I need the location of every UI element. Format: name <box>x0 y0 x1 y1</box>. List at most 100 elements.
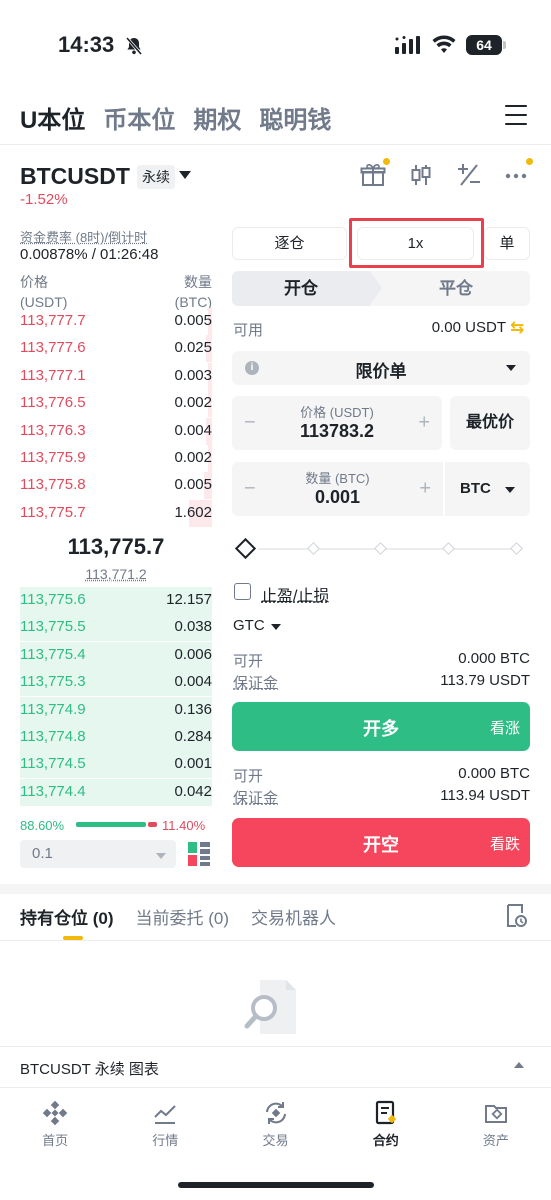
slider-mark[interactable] <box>374 542 387 555</box>
tab-options[interactable]: 期权 <box>193 100 241 134</box>
tab-close-position[interactable]: 平仓 <box>382 271 530 306</box>
slider-mark[interactable] <box>510 542 523 555</box>
nav-assets[interactable]: 资产 <box>441 1088 551 1167</box>
price-decrement[interactable]: − <box>244 412 256 435</box>
long-margin-label[interactable]: 保证金 <box>233 672 278 693</box>
bid-row[interactable]: 113,774.4 0.042 <box>20 778 212 806</box>
menu-icon[interactable] <box>505 105 527 125</box>
position-mode-button[interactable]: 单 <box>484 227 530 260</box>
slider-mark[interactable] <box>307 542 320 555</box>
orderbook-layout-icon[interactable] <box>188 842 210 866</box>
ask-row[interactable]: 113,776.3 0.004 <box>20 417 212 445</box>
bid-row[interactable]: 113,775.5 0.038 <box>20 614 212 642</box>
chevron-down-icon <box>506 365 516 371</box>
candlestick-chart-icon[interactable] <box>408 162 434 188</box>
chevron-up-icon[interactable] <box>514 1062 524 1068</box>
positions-tabs: 持有仓位 (0) 当前委托 (0) 交易机器人 <box>20 904 336 929</box>
quantity-input[interactable]: − 数量 (BTC) 0.001 + <box>232 462 443 516</box>
calculator-icon[interactable] <box>456 162 482 188</box>
bid-qty: 0.038 <box>174 618 212 636</box>
bid-row[interactable]: 113,775.4 0.006 <box>20 641 212 669</box>
ask-row[interactable]: 113,775.8 0.005 <box>20 472 212 500</box>
trade-swap-icon <box>265 1102 286 1124</box>
ask-price: 113,775.8 <box>20 476 86 494</box>
slider-handle[interactable] <box>234 537 257 560</box>
open-long-sub: 看涨 <box>489 720 520 737</box>
qty-decrement[interactable]: − <box>244 478 256 501</box>
tab-positions[interactable]: 持有仓位 (0) <box>20 904 114 929</box>
tab-usdt-m[interactable]: U本位 <box>20 100 85 134</box>
nav-markets[interactable]: 行情 <box>110 1088 220 1167</box>
bid-row[interactable]: 113,775.3 0.004 <box>20 669 212 697</box>
wallet-icon <box>484 1105 507 1123</box>
tpsl-checkbox[interactable] <box>234 583 251 600</box>
price-column-header: 价格 (USDT) <box>20 272 67 312</box>
nav-trade-label: 交易 <box>262 1133 289 1148</box>
symbol-dropdown-icon[interactable] <box>179 171 191 179</box>
qty-increment[interactable]: + <box>419 478 431 501</box>
ask-price: 113,777.7 <box>20 312 86 329</box>
battery-indicator: 64 <box>466 35 502 55</box>
transfer-icon[interactable]: ⇆ <box>510 318 524 338</box>
short-margin-label[interactable]: 保证金 <box>233 787 278 808</box>
tab-open-orders[interactable]: 当前委托 (0) <box>136 904 230 929</box>
funding-rate-label[interactable]: 资金费率 (8时)/倒计时 <box>20 227 147 246</box>
bid-row[interactable]: 113,774.9 0.136 <box>20 696 212 724</box>
ask-price: 113,776.5 <box>20 394 86 412</box>
bid-price: 113,775.3 <box>20 673 86 691</box>
slider-mark[interactable] <box>442 542 455 555</box>
order-type-label: 限价单 <box>355 362 407 381</box>
tab-smart-money[interactable]: 聪明钱 <box>259 100 331 134</box>
chart-bar-label: BTCUSDT 永续 图表 <box>20 1061 159 1078</box>
ask-price: 113,777.6 <box>20 339 86 357</box>
bid-row[interactable]: 113,775.6 12.157 <box>20 587 212 614</box>
nav-futures[interactable]: 合约 <box>331 1088 441 1167</box>
bid-qty: 0.136 <box>174 700 212 718</box>
tab-coin-m[interactable]: 币本位 <box>103 100 175 134</box>
short-can-open-value: 0.000 BTC <box>458 765 530 782</box>
buy-ratio-bar <box>76 822 146 827</box>
bid-row[interactable]: 113,774.8 0.284 <box>20 724 212 751</box>
gift-icon[interactable] <box>360 162 386 188</box>
price-input[interactable]: − 价格 (USDT) 113783.2 + <box>232 396 442 450</box>
ask-row[interactable]: 113,776.5 0.002 <box>20 390 212 418</box>
more-icon[interactable] <box>504 162 530 188</box>
symbol-name[interactable]: BTCUSDT <box>20 163 130 190</box>
nav-home[interactable]: 首页 <box>0 1088 110 1167</box>
tab-open-position[interactable]: 开仓 <box>232 271 370 306</box>
bid-row[interactable]: 113,774.5 0.001 <box>20 751 212 779</box>
best-price-button[interactable]: 最优价 <box>450 396 530 450</box>
bid-qty: 0.006 <box>174 645 212 663</box>
margin-mode-button[interactable]: 逐仓 <box>232 227 347 260</box>
nav-assets-label: 资产 <box>482 1133 509 1148</box>
ask-row[interactable]: 113,777.1 0.003 <box>20 362 212 390</box>
ask-row[interactable]: 113,777.7 0.005 <box>20 308 212 335</box>
quantity-slider-track[interactable] <box>258 548 520 550</box>
ask-row[interactable]: 113,777.6 0.025 <box>20 335 212 363</box>
chevron-down-icon <box>505 487 515 493</box>
ask-row[interactable]: 113,775.9 0.002 <box>20 445 212 472</box>
tpsl-label[interactable]: 止盈/止损 <box>261 582 329 606</box>
mark-price[interactable]: 113,771.2 <box>20 566 212 582</box>
open-long-button[interactable]: 开多 看涨 <box>232 702 530 751</box>
nav-home-label: 首页 <box>42 1133 69 1148</box>
price-input-value[interactable]: 113783.2 <box>232 421 442 442</box>
quantity-unit-select[interactable]: BTC <box>444 462 530 516</box>
ask-qty: 0.005 <box>174 312 212 329</box>
time-in-force-select[interactable]: GTC <box>233 617 265 634</box>
tab-trading-bots[interactable]: 交易机器人 <box>251 904 336 929</box>
order-history-icon[interactable] <box>505 903 527 928</box>
nav-trade[interactable]: 交易 <box>220 1088 330 1167</box>
market-type-tabs: U本位 币本位 期权 聪明钱 <box>20 100 331 134</box>
long-can-open-value: 0.000 BTC <box>458 650 530 667</box>
price-increment[interactable]: + <box>418 412 430 435</box>
bid-price: 113,774.9 <box>20 700 86 718</box>
price-header: 价格 <box>20 274 48 290</box>
last-price[interactable]: 113,775.7 <box>20 534 212 560</box>
precision-select[interactable]: 0.1 <box>20 840 176 868</box>
ask-row[interactable]: 113,775.7 1.602 <box>20 499 212 527</box>
open-short-button[interactable]: 开空 看跌 <box>232 818 530 867</box>
wifi-icon <box>432 35 456 53</box>
market-chart-icon <box>154 1105 177 1124</box>
qty-input-value[interactable]: 0.001 <box>232 487 443 508</box>
